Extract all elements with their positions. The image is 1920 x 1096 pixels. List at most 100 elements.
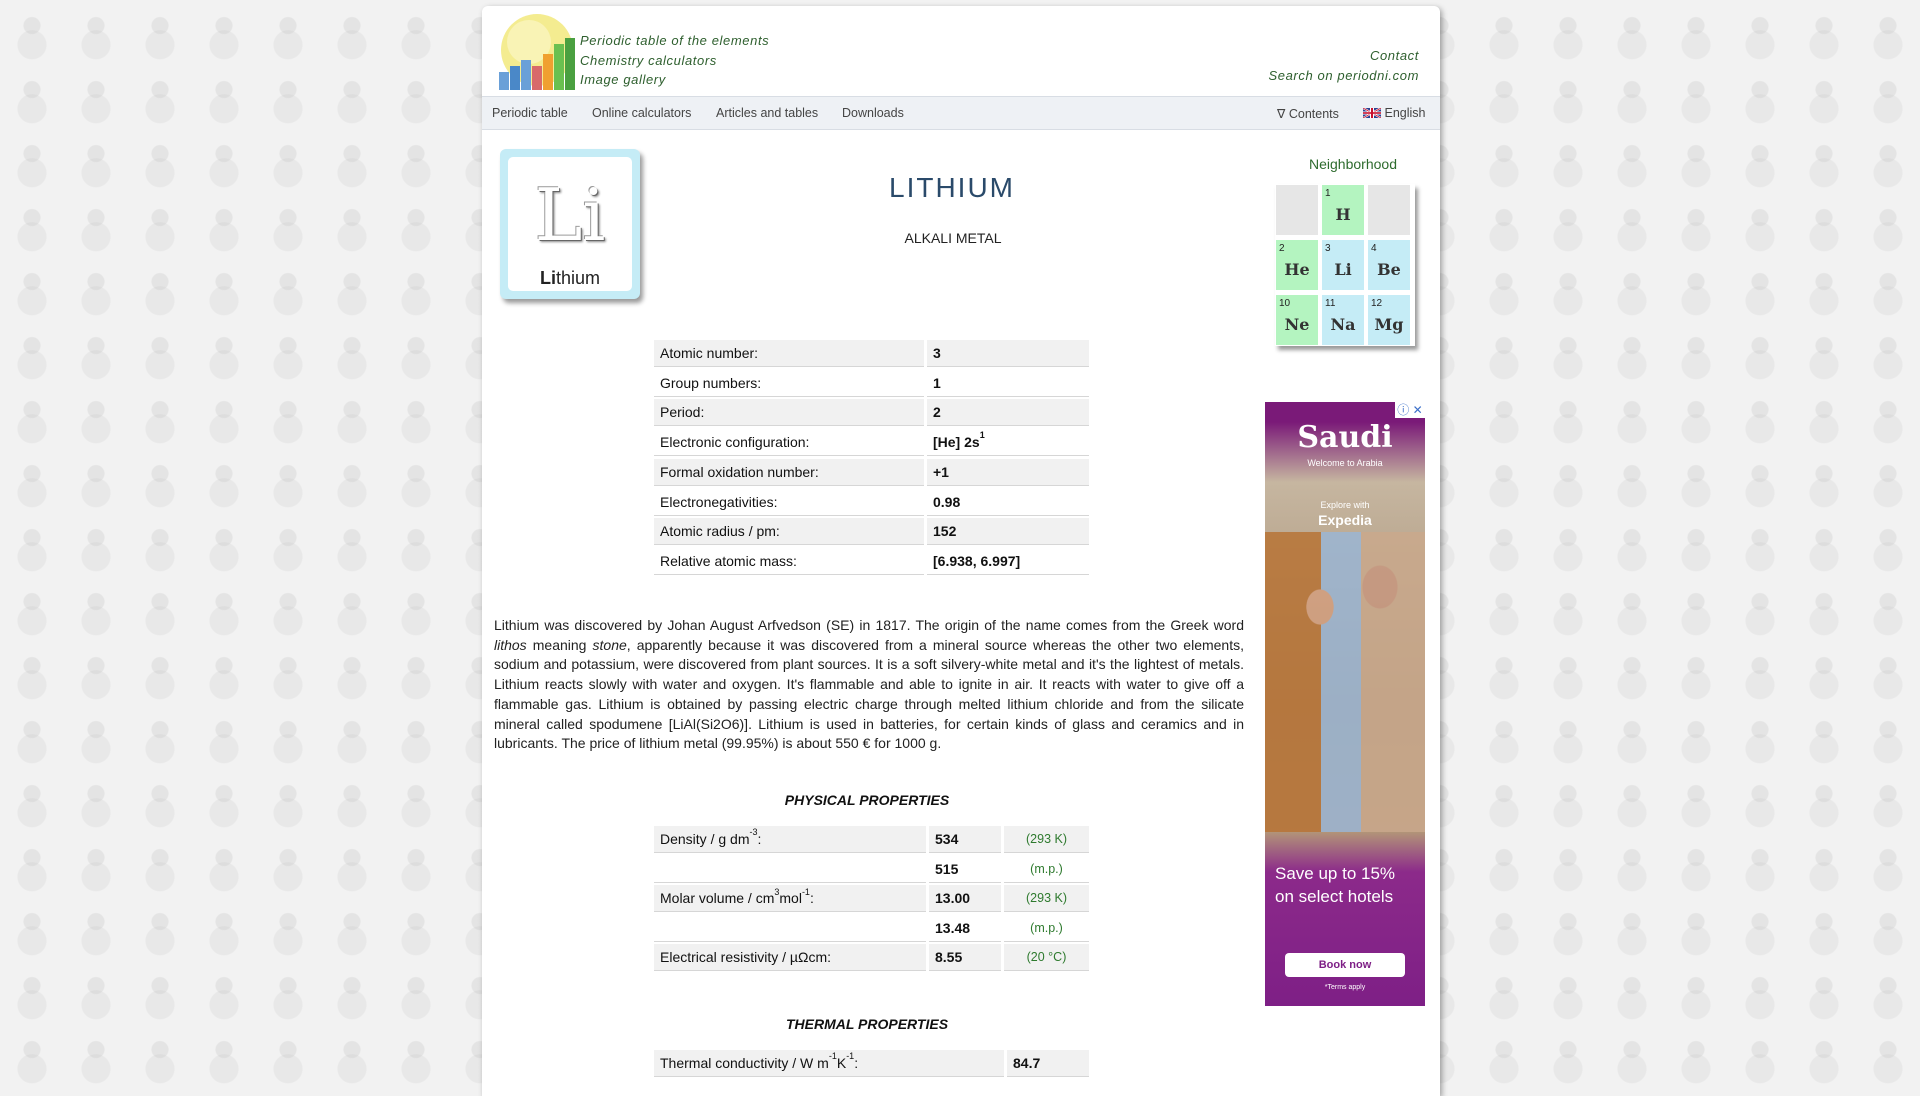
- property-label: Atomic radius / pm:: [654, 518, 924, 546]
- property-value-text: [He] 2s: [933, 434, 980, 451]
- element-category: ALKALI METAL: [904, 230, 1002, 246]
- physical-value: 515: [929, 856, 1001, 883]
- neighborhood-cell-symbol: Mg: [1374, 315, 1404, 334]
- element-card-inner: Li Lithium: [508, 157, 632, 291]
- neighborhood-grid: 1 H 2 He 3 Li 4 Be 10 Ne 11 Na 12 Mg: [1275, 184, 1415, 346]
- physical-condition: (293 K): [1004, 826, 1089, 853]
- physical-condition: (20 °C): [1004, 944, 1089, 972]
- link-chemistry-calculators[interactable]: Chemistry calculators: [580, 51, 769, 71]
- label-superscript: -1: [801, 886, 810, 897]
- periodni-logo[interactable]: [497, 14, 577, 92]
- description-part-3: , apparently because it was discovered f…: [494, 636, 1244, 752]
- property-value-text: 3: [933, 345, 941, 361]
- physical-row: 13.48 (m.p.): [654, 915, 1089, 942]
- label-text: :: [809, 890, 814, 907]
- label-superscript: -1: [828, 1051, 837, 1062]
- property-row: Relative atomic mass: [6.938, 6.997]: [654, 548, 1089, 575]
- ad-welcome: Welcome to Arabia: [1307, 458, 1383, 468]
- ad-photo: [1265, 532, 1425, 832]
- description-italic-2: stone: [592, 636, 627, 653]
- property-value: +1: [927, 458, 1089, 486]
- property-label: Formal oxidation number:: [654, 458, 924, 486]
- advertisement[interactable]: ⓘ ✕ Saudi Welcome to Arabia Explore with…: [1265, 402, 1425, 1006]
- property-row: Electronic configuration: [He] 2s1: [654, 429, 1089, 457]
- link-search[interactable]: Search on periodni.com: [1269, 66, 1420, 86]
- physical-label: [654, 856, 926, 883]
- label-text: K: [836, 1055, 847, 1071]
- property-value-text: 0.98: [933, 493, 961, 510]
- label-text: Density / g dm: [660, 831, 750, 847]
- page-title: LITHIUM: [889, 172, 1015, 203]
- physical-properties-title: PHYSICAL PROPERTIES: [784, 792, 950, 808]
- physical-row: Molar volume / cm3mol-1: 13.00 (293 K): [654, 885, 1089, 913]
- ad-explore: Explore with: [1320, 500, 1370, 510]
- neighborhood-cell[interactable]: 3 Li: [1321, 239, 1365, 291]
- label-text: Thermal conductivity / W m: [660, 1055, 829, 1071]
- link-periodic-table[interactable]: Periodic table of the elements: [580, 31, 769, 51]
- neighborhood-cell-number: 4: [1371, 243, 1377, 254]
- description-italic-1: lithos: [494, 636, 527, 653]
- neighborhood-cell-symbol: Li: [1334, 260, 1352, 279]
- neighborhood-cell[interactable]: 1H: [1321, 184, 1365, 236]
- ad-book-now-button[interactable]: Book now: [1285, 953, 1405, 977]
- neighborhood-cell[interactable]: 2 He: [1275, 239, 1319, 291]
- label-text: :: [757, 831, 762, 847]
- property-value: 3: [927, 340, 1089, 367]
- element-description: Lithium was discovered by Johan August A…: [494, 616, 1244, 754]
- property-label: Group numbers:: [654, 370, 924, 397]
- neighborhood-cell-symbol: H: [1335, 205, 1351, 224]
- ad-close-icon[interactable]: ⓘ ✕: [1395, 402, 1425, 418]
- link-image-gallery[interactable]: Image gallery: [580, 70, 769, 90]
- property-row: Electronegativities: 0.98: [654, 489, 1089, 516]
- neighborhood-cell[interactable]: 11 Na: [1321, 294, 1365, 346]
- neighborhood-cell[interactable]: 10 Ne: [1275, 294, 1319, 346]
- ad-terms: *Terms apply: [1324, 984, 1366, 991]
- label-superscript: -1: [846, 1051, 855, 1062]
- property-value: [He] 2s1: [927, 429, 1089, 457]
- neighborhood-cell[interactable]: 4 Be: [1367, 239, 1411, 291]
- header-links: Periodic table of the elements Chemistry…: [580, 31, 769, 90]
- physical-label: Electrical resistivity / µΩcm:: [654, 944, 926, 972]
- main-navbar: Periodic table Online calculators Articl…: [482, 96, 1440, 130]
- physical-label: Molar volume / cm3mol-1:: [654, 885, 926, 913]
- label-text: mol: [779, 890, 802, 907]
- nav-articles-tables[interactable]: Articles and tables: [716, 106, 818, 120]
- property-value: 0.98: [927, 489, 1089, 516]
- physical-value: 13.00: [929, 885, 1001, 913]
- physical-value: 13.48: [929, 915, 1001, 942]
- property-value-text: [6.938, 6.997]: [933, 552, 1021, 569]
- physical-label: [654, 915, 926, 942]
- neighborhood-title: Neighborhood: [1309, 156, 1397, 172]
- property-row: Formal oxidation number: +1: [654, 458, 1089, 486]
- neighborhood-cell[interactable]: 12 Mg: [1367, 294, 1411, 346]
- neighborhood-cell-number: 10: [1279, 298, 1291, 309]
- nav-language[interactable]: English: [1362, 106, 1425, 120]
- nav-contents[interactable]: ∇ Contents: [1277, 106, 1339, 121]
- physical-value: 534: [929, 826, 1001, 853]
- physical-row: Electrical resistivity / µΩcm: 8.55 (20 °C…: [654, 944, 1089, 972]
- physical-row: Density / g dm-3: 534 (293 K): [654, 826, 1089, 853]
- property-value: 2: [927, 399, 1089, 427]
- link-contact[interactable]: Contact: [1269, 46, 1420, 66]
- nav-downloads[interactable]: Downloads: [842, 106, 904, 120]
- label-text: Molar volume / cm: [660, 890, 775, 907]
- ad-brand: Saudi: [1297, 420, 1393, 455]
- thermal-value: 84.7: [1007, 1050, 1089, 1077]
- property-label: Atomic number:: [654, 340, 924, 367]
- element-card: Li Lithium: [500, 149, 640, 299]
- property-value: 152: [927, 518, 1089, 546]
- physical-condition: (293 K): [1004, 885, 1089, 913]
- element-name-bold: Li: [539, 268, 556, 288]
- ad-headline: Save up to 15% on select hotels: [1275, 864, 1396, 906]
- property-value-text: 152: [933, 523, 957, 540]
- property-row: Period: 2: [654, 399, 1089, 427]
- thermal-label: Thermal conductivity / W m-1K-1:: [654, 1050, 1004, 1077]
- nav-online-calculators[interactable]: Online calculators: [592, 106, 691, 120]
- description-part-1: Lithium was discovered by Johan August A…: [494, 617, 1244, 633]
- nav-periodic-table[interactable]: Periodic table: [492, 106, 568, 120]
- header-right-links: Contact Search on periodni.com: [1269, 46, 1420, 85]
- element-name-rest: thium: [555, 268, 600, 288]
- thermal-row: Thermal conductivity / W m-1K-1: 84.7: [654, 1050, 1089, 1077]
- neighborhood-cell: [1275, 184, 1319, 236]
- property-row: Atomic radius / pm: 152: [654, 518, 1089, 546]
